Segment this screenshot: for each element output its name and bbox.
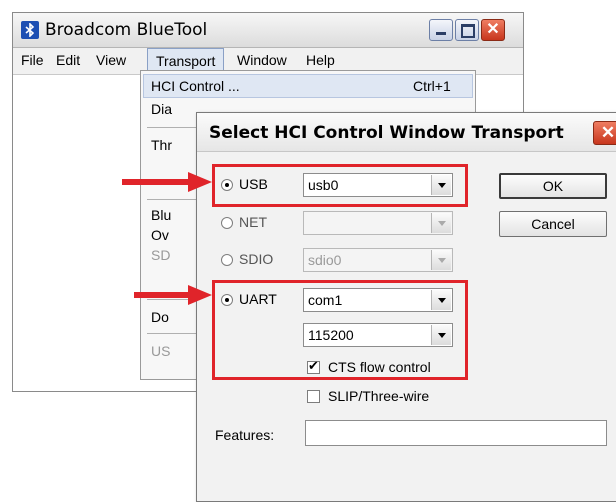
arrow-right-icon xyxy=(134,285,212,305)
menu-item-hci-control-shortcut: Ctrl+1 xyxy=(413,78,451,94)
menu-item-us[interactable]: US xyxy=(151,343,170,359)
chevron-down-icon[interactable] xyxy=(431,250,451,270)
chevron-down-icon[interactable] xyxy=(431,213,451,233)
menu-file[interactable]: File xyxy=(21,52,44,68)
net-label: NET xyxy=(239,214,267,230)
sdio-label: SDIO xyxy=(239,251,274,267)
menu-edit[interactable]: Edit xyxy=(56,52,80,68)
menu-item-sd[interactable]: SD xyxy=(151,247,170,263)
arrow-right-icon xyxy=(122,172,212,192)
dialog-close-button[interactable]: ✕ xyxy=(593,121,616,145)
maximize-button[interactable] xyxy=(455,19,479,41)
close-icon: ✕ xyxy=(486,21,500,38)
menu-item-bluetooth[interactable]: Blu xyxy=(151,207,171,223)
features-label: Features: xyxy=(215,427,275,443)
slip-label: SLIP/Three-wire xyxy=(328,388,430,404)
dialog-titlebar[interactable]: Select HCI Control Window Transport ✕ xyxy=(197,113,616,152)
sdio-select[interactable]: sdio0 xyxy=(303,248,453,272)
net-radio[interactable] xyxy=(221,217,233,229)
menu-view[interactable]: View xyxy=(96,52,126,68)
sdio-value: sdio0 xyxy=(308,252,342,268)
net-select[interactable] xyxy=(303,211,453,235)
minimize-button[interactable] xyxy=(429,19,453,41)
slip-checkbox[interactable] xyxy=(307,390,320,403)
close-button[interactable]: ✕ xyxy=(481,19,505,41)
menu-item-ov[interactable]: Ov xyxy=(151,227,169,243)
menu-item-do[interactable]: Do xyxy=(151,309,169,325)
ok-button[interactable]: OK xyxy=(499,173,607,199)
dialog-title: Select HCI Control Window Transport xyxy=(209,123,564,143)
menu-item-diagnostics[interactable]: Dia xyxy=(151,101,172,117)
window-titlebar[interactable]: Broadcom BlueTool ✕ xyxy=(13,13,523,48)
features-input[interactable] xyxy=(305,420,607,446)
bluetooth-icon xyxy=(21,21,39,39)
close-icon: ✕ xyxy=(600,123,616,142)
window-title: Broadcom BlueTool xyxy=(45,20,208,40)
sdio-radio[interactable] xyxy=(221,254,233,266)
uart-highlight-box xyxy=(212,280,468,380)
menu-window[interactable]: Window xyxy=(237,52,287,68)
usb-highlight-box xyxy=(212,164,468,207)
menu-help[interactable]: Help xyxy=(306,52,335,68)
menu-item-throughput[interactable]: Thr xyxy=(151,137,172,153)
menu-item-hci-control-label: HCI Control ... xyxy=(151,78,240,94)
cancel-button[interactable]: Cancel xyxy=(499,211,607,237)
